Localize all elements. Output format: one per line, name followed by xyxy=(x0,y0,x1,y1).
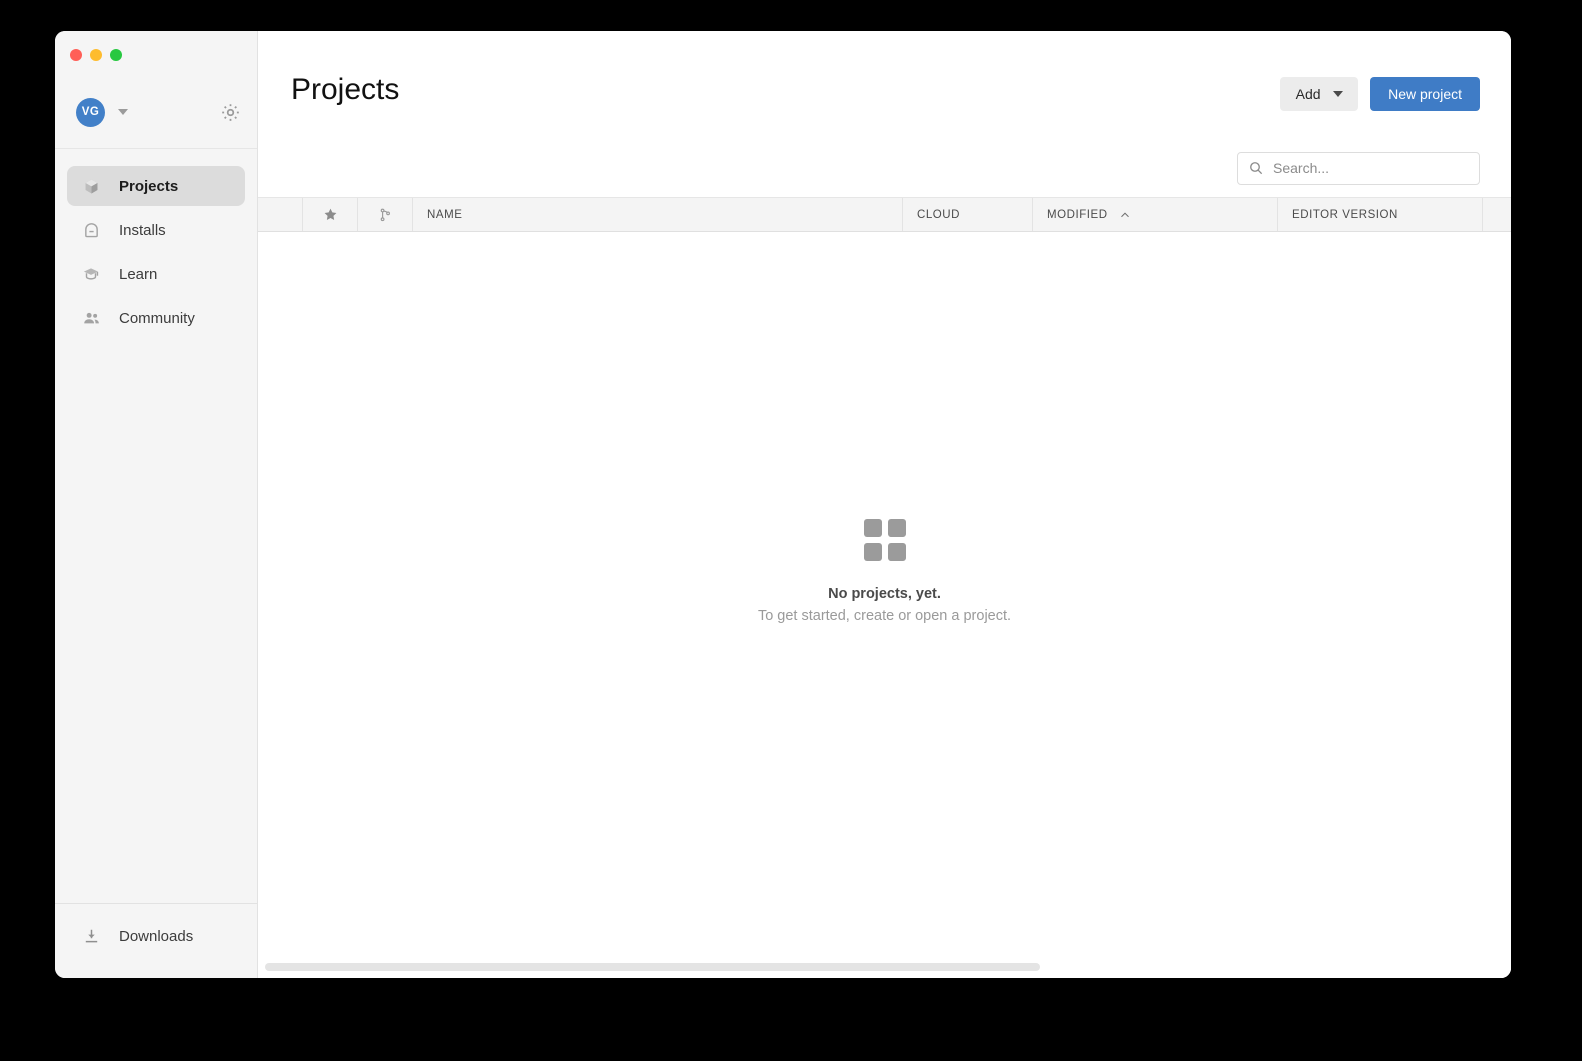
sidebar-item-learn[interactable]: Learn xyxy=(67,254,245,294)
search-input[interactable] xyxy=(1273,160,1469,176)
chevron-down-icon[interactable] xyxy=(118,109,128,115)
table-col-cloud[interactable]: CLOUD xyxy=(903,198,1033,231)
sidebar-item-label: Installs xyxy=(119,221,166,239)
star-icon xyxy=(323,207,338,222)
close-button[interactable] xyxy=(70,49,82,61)
search-box[interactable] xyxy=(1237,151,1480,185)
table-col-modified-label: MODIFIED xyxy=(1047,208,1108,221)
sidebar-item-projects[interactable]: Projects xyxy=(67,166,245,206)
caret-down-icon xyxy=(1332,91,1343,97)
table-col-editor-version[interactable]: EDITOR VERSION xyxy=(1278,198,1483,231)
table-col-cloud-label: CLOUD xyxy=(917,208,961,221)
sidebar-nav: Projects Installs Learn Community xyxy=(55,149,257,903)
grid-cell xyxy=(863,519,882,537)
table-col-spacer xyxy=(258,198,303,231)
account-bar: VG xyxy=(55,76,257,149)
sidebar-item-label: Community xyxy=(119,309,195,327)
cube-icon xyxy=(81,176,101,196)
grid-cell xyxy=(887,519,906,537)
empty-state: No projects, yet. To get started, create… xyxy=(258,519,1511,624)
add-button[interactable]: Add xyxy=(1280,77,1359,111)
grid-2x2-icon xyxy=(863,519,906,561)
empty-state-title: No projects, yet. xyxy=(828,586,941,602)
sort-ascending-icon xyxy=(1119,209,1131,221)
table-col-favorite[interactable] xyxy=(303,198,358,231)
avatar[interactable]: VG xyxy=(76,97,105,127)
table-col-name[interactable]: NAME xyxy=(413,198,903,231)
table-col-modified[interactable]: MODIFIED xyxy=(1033,198,1278,231)
table-col-name-label: NAME xyxy=(427,208,463,221)
sidebar-item-community[interactable]: Community xyxy=(67,298,245,338)
zoom-button[interactable] xyxy=(110,49,122,61)
empty-state-subtitle: To get started, create or open a project… xyxy=(757,608,1012,624)
sidebar-item-label: Projects xyxy=(119,177,179,195)
table-col-editor-version-label: EDITOR VERSION xyxy=(1292,208,1398,221)
sidebar: VG Projects Installs Learn Community Dow… xyxy=(55,31,258,978)
sidebar-item-downloads[interactable]: Downloads xyxy=(67,916,245,956)
scrollbar-thumb[interactable] xyxy=(265,963,1040,971)
archive-icon xyxy=(81,220,101,240)
sidebar-item-label: Downloads xyxy=(119,927,194,945)
grid-cell xyxy=(863,543,882,561)
header-actions: Add New project xyxy=(1280,77,1480,111)
sidebar-footer: Downloads xyxy=(55,903,257,978)
minimize-button[interactable] xyxy=(90,49,102,61)
page-title: Projects xyxy=(291,73,400,106)
people-icon xyxy=(81,308,101,328)
page-header: Projects Add New project xyxy=(258,31,1511,139)
table-col-vcs[interactable] xyxy=(358,198,413,231)
sidebar-item-label: Learn xyxy=(119,265,158,283)
search-icon xyxy=(1248,160,1264,176)
add-button-label: Add xyxy=(1295,86,1321,102)
table-body: No projects, yet. To get started, create… xyxy=(258,232,1511,978)
graduation-cap-icon xyxy=(81,264,101,284)
new-project-button[interactable]: New project xyxy=(1370,77,1480,111)
unity-hub-window: VG Projects Installs Learn Community Dow… xyxy=(55,31,1511,978)
gear-icon[interactable] xyxy=(220,102,241,123)
table-col-overflow xyxy=(1483,198,1511,231)
search-row xyxy=(258,139,1511,197)
table-header-row: NAME CLOUD MODIFIED EDITOR VERSION xyxy=(258,197,1511,232)
window-traffic-lights xyxy=(70,49,122,61)
git-branch-icon xyxy=(377,207,393,223)
grid-cell xyxy=(887,543,906,561)
sidebar-item-installs[interactable]: Installs xyxy=(67,210,245,250)
download-icon xyxy=(81,926,101,946)
horizontal-scrollbar[interactable] xyxy=(265,963,1504,971)
main-content: Projects Add New project Search... NAME … xyxy=(258,31,1511,978)
